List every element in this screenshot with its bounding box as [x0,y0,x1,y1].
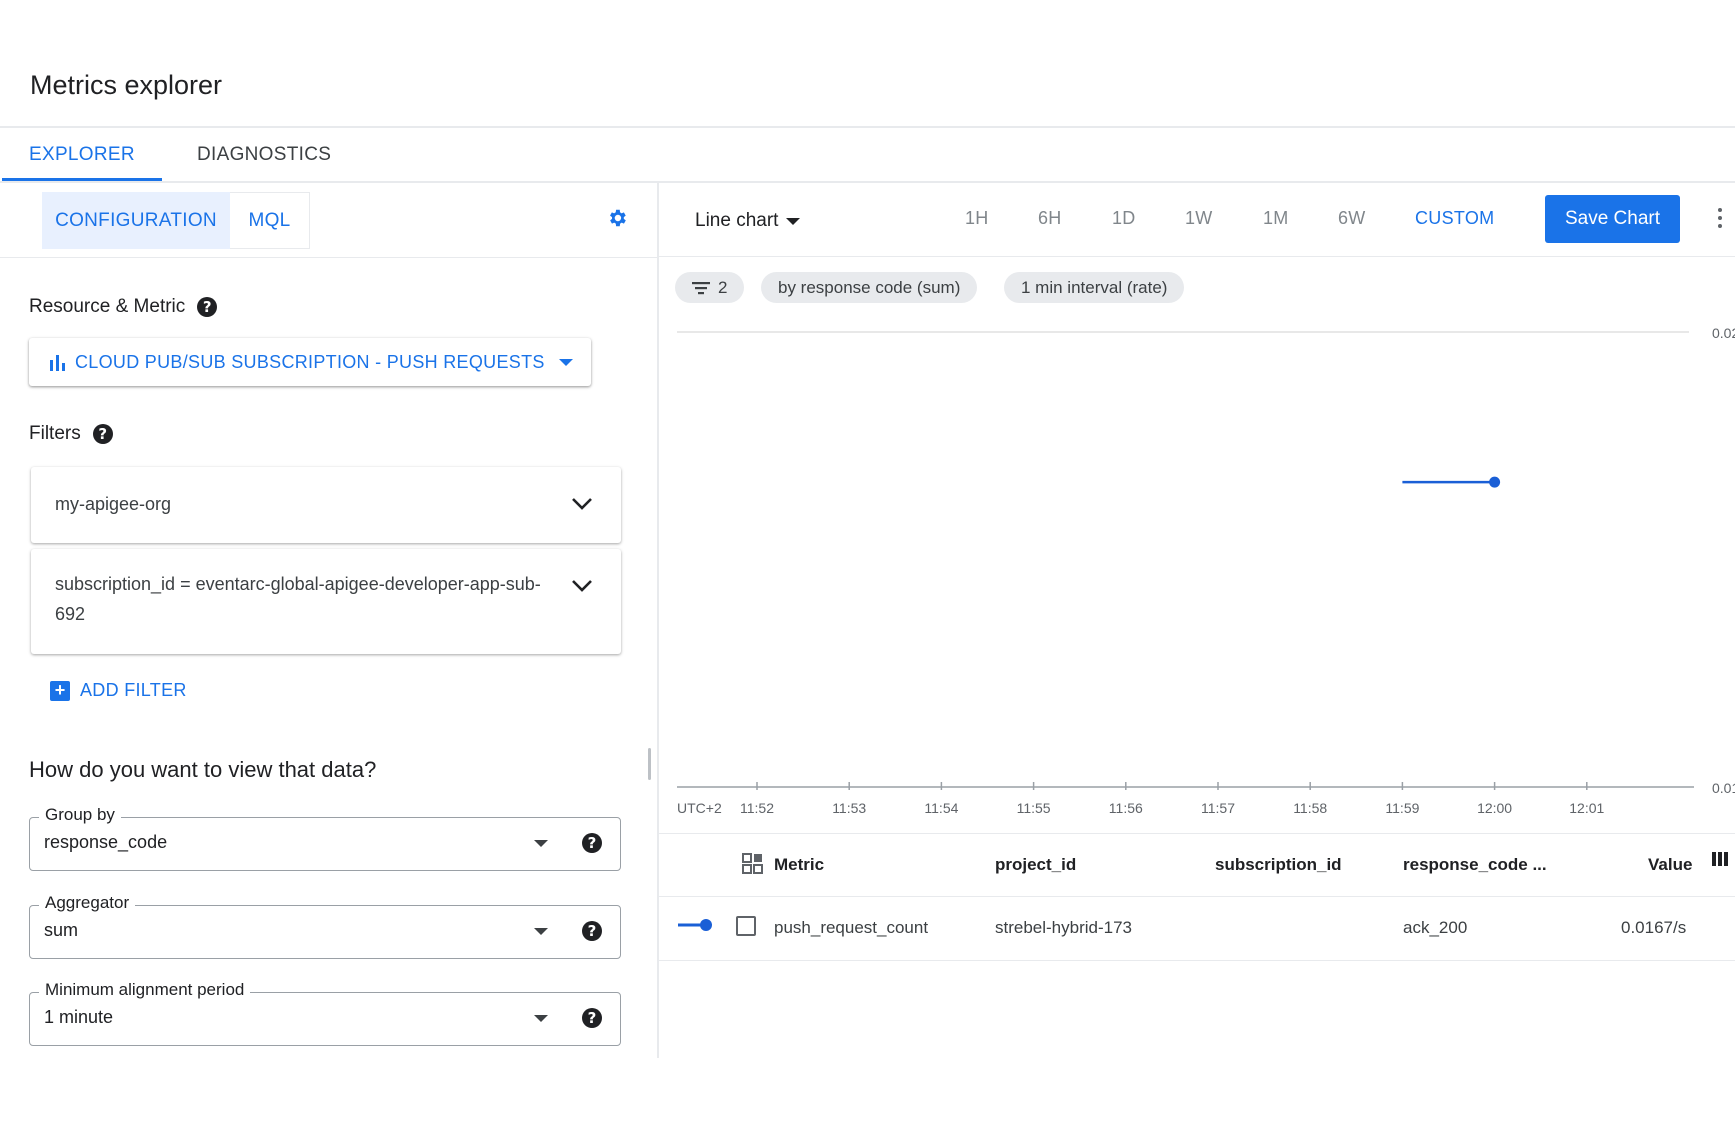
configuration-button[interactable]: CONFIGURATION [42,192,230,249]
x-tick-label: 11:58 [1293,800,1327,816]
x-tick-label: 11:57 [1201,800,1235,816]
metric-selector-label: CLOUD PUB/SUB SUBSCRIPTION - PUSH REQUES… [75,351,545,372]
metric-selector[interactable]: CLOUD PUB/SUB SUBSCRIPTION - PUSH REQUES… [29,338,591,386]
group-by-value: response_code [44,832,168,852]
row-metric: push_request_count [774,918,929,937]
resource-metric-heading: Resource & Metric ? [29,296,218,318]
group-by-select[interactable]: Group by response_code ? [29,805,621,871]
mql-button[interactable]: MQL [230,192,310,249]
group-by-label: Group by [39,805,121,825]
resize-handle[interactable] [648,748,651,780]
caret-down-icon[interactable] [534,928,548,935]
add-icon: + [50,680,70,701]
x-tick-label: 11:59 [1385,800,1419,816]
filter-list-icon [692,281,710,294]
chevron-down-icon[interactable] [571,579,593,593]
header-divider [0,126,1735,128]
row-checkbox[interactable] [736,916,756,936]
time-range-1w[interactable]: 1W [1185,208,1213,229]
time-range-6w[interactable]: 6W [1338,208,1366,229]
time-range-6h[interactable]: 6H [1038,208,1062,229]
help-icon[interactable]: ? [582,833,602,853]
x-tick-label: 11:53 [832,800,866,816]
data-point [1489,476,1501,488]
chart-type-label: Line chart [695,210,779,231]
time-range-1h[interactable]: 1H [965,208,989,229]
x-tick-label: 11:54 [924,800,958,816]
x-tick-label: 12:00 [1477,800,1512,816]
metric-grid-icon[interactable] [742,853,764,875]
bar-chart-icon [50,355,65,371]
series-legend-icon [678,919,712,931]
row-response-code: ack_200 [1403,918,1468,937]
add-filter-button[interactable]: + ADD FILTER [50,680,187,701]
filter-item[interactable]: my-apigee-org [31,467,621,543]
column-header-value[interactable]: Value [1648,855,1692,875]
caret-down-icon[interactable] [534,1015,548,1022]
column-header-subscription-id[interactable]: subscription_id [1215,855,1342,875]
y-tick-label: 0.02 [1712,325,1735,341]
more-vert-icon[interactable] [1718,208,1722,228]
help-icon[interactable]: ? [582,921,602,941]
filter-text: my-apigee-org [55,494,172,514]
save-chart-button[interactable]: Save Chart [1545,195,1680,243]
time-range-1d[interactable]: 1D [1112,208,1136,229]
filter-item[interactable]: subscription_id = eventarc-global-apigee… [31,549,621,654]
mode-toggle: CONFIGURATION MQL [42,192,310,249]
add-filter-label: ADD FILTER [80,680,187,700]
y-tick-label: 0.01 [1712,780,1735,796]
filters-label: Filters [29,423,81,444]
caret-down-icon [786,217,801,225]
tab-diagnostics[interactable]: DIAGNOSTICS [197,144,331,166]
config-divider [0,257,657,258]
alignment-period-select[interactable]: Minimum alignment period 1 minute ? [29,980,621,1046]
timezone-label: UTC+2 [677,800,722,816]
table-top-divider [659,833,1735,834]
tabs-divider [0,181,1735,183]
column-header-project-id[interactable]: project_id [995,855,1076,875]
time-range-custom[interactable]: CUSTOM [1415,208,1494,229]
aggregator-label: Aggregator [39,893,136,913]
chart-type-select[interactable]: Line chart [695,210,801,232]
row-value: 0.0167/s [1621,918,1687,937]
table-bottom-divider [659,960,1735,961]
caret-down-icon[interactable] [534,840,548,847]
tab-explorer[interactable]: EXPLORER [29,144,135,166]
line-chart: 0.01 0.02 UTC+2 11:52 11:53 11:54 11:55 11:56 11… [677,325,1735,816]
group-by-chip[interactable]: by response code (sum) [761,272,978,303]
time-range-1m[interactable]: 1M [1263,208,1289,229]
help-icon[interactable]: ? [92,424,113,444]
caret-down-icon [558,358,573,366]
resource-metric-label: Resource & Metric [29,296,186,317]
filter-text: subscription_id = eventarc-global-apigee… [55,574,541,624]
column-picker-icon[interactable] [1712,852,1728,866]
x-tick-label: 11:56 [1109,800,1143,816]
aggregator-select[interactable]: Aggregator sum ? [29,893,621,959]
alignment-period-value: 1 minute [44,1007,114,1027]
gear-icon[interactable] [606,207,628,234]
help-icon[interactable]: ? [197,297,218,317]
chevron-down-icon[interactable] [571,497,593,511]
view-heading: How do you want to view that data? [29,757,377,782]
interval-chip[interactable]: 1 min interval (rate) [1004,272,1185,303]
x-tick-label: 11:55 [1017,800,1051,816]
filter-count-chip[interactable]: 2 [675,272,745,303]
column-header-metric[interactable]: Metric [774,855,824,875]
alignment-period-label: Minimum alignment period [39,980,251,1000]
table-header-divider [659,896,1735,897]
toolbar-divider [659,256,1735,257]
help-icon[interactable]: ? [582,1008,602,1028]
x-tick-label: 11:52 [740,800,774,816]
row-project-id: strebel-hybrid-173 [995,918,1133,937]
filters-heading: Filters ? [29,423,113,445]
x-tick-label: 12:01 [1569,800,1604,816]
column-header-response-code[interactable]: response_code ... [1403,855,1547,875]
aggregator-value: sum [44,920,79,940]
filter-count: 2 [718,277,728,297]
page-title: Metrics explorer [30,70,223,100]
